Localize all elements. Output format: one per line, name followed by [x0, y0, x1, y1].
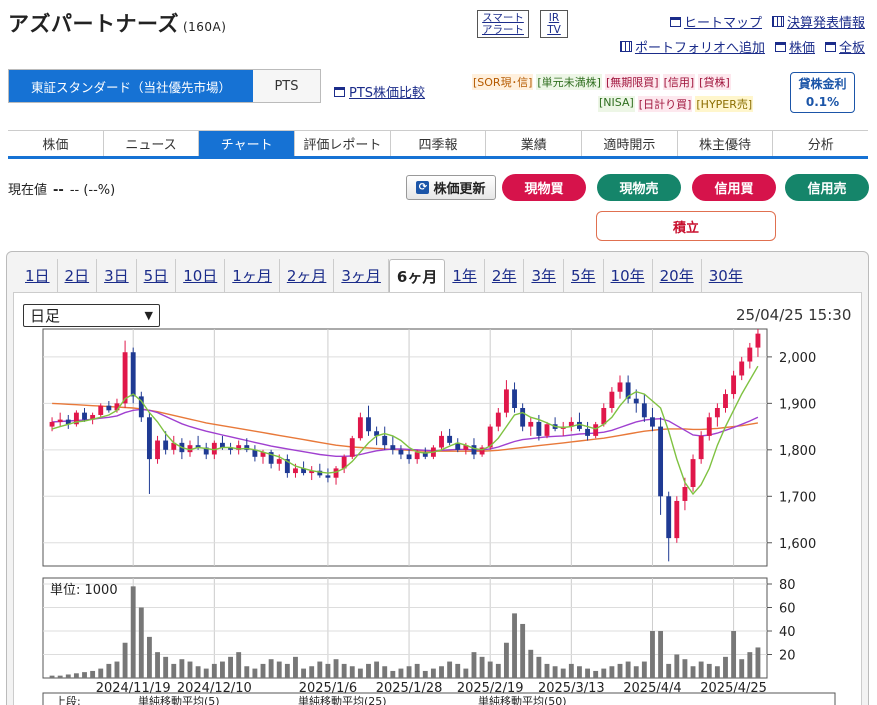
tab-news[interactable]: ニュース — [103, 131, 200, 156]
company-title: アズパートナーズ (160A) — [8, 8, 226, 38]
badge-daytrade: [日計り買] — [637, 96, 693, 112]
stock-code: (160A) — [182, 20, 227, 34]
refresh-icon: ⟳ — [416, 181, 430, 194]
badge-nisa: [NISA] — [598, 96, 635, 112]
period-2y[interactable]: 2年 — [485, 259, 525, 292]
lending-rate-box[interactable]: 貸株金利 0.1% — [790, 72, 855, 113]
current-price-value: -- — [53, 183, 64, 198]
period-2d[interactable]: 2日 — [58, 259, 98, 292]
period-3y[interactable]: 3年 — [524, 259, 564, 292]
period-6m[interactable]: 6ヶ月 — [388, 259, 446, 292]
smart-alert-label-1: スマート — [482, 12, 524, 24]
badges-row-1: [SOR現･信] [単元未満株] [無期限買] [信用] [貸株] — [472, 74, 731, 90]
badge-lending: [貸株] — [698, 74, 731, 90]
tab-stock-price[interactable]: 株価 — [8, 131, 104, 156]
refresh-price-button[interactable]: ⟳ 株価更新 — [406, 175, 496, 200]
stock-price-link[interactable]: 株価 — [774, 37, 815, 56]
badge-odd-lot: [単元未満株] — [536, 74, 602, 90]
spot-buy-button[interactable]: 現物買 — [502, 174, 586, 201]
period-3d[interactable]: 3日 — [97, 259, 137, 292]
period-5d[interactable]: 5日 — [137, 259, 177, 292]
irtv-button[interactable]: IR TV — [540, 10, 568, 38]
margin-buy-button[interactable]: 信用買 — [692, 174, 776, 201]
badge-sor: [SOR現･信] — [472, 74, 534, 90]
tab-earnings[interactable]: 業績 — [486, 131, 583, 156]
window-icon — [824, 41, 836, 52]
market-selector: 東証スタンダード（当社優先市場） PTS — [8, 69, 321, 103]
portfolio-icon — [619, 41, 632, 52]
accumulate-button[interactable]: 積立 — [596, 211, 776, 241]
full-board-label: 全板 — [838, 41, 865, 56]
irtv-label-2: TV — [547, 24, 561, 36]
main-tabs: 株価 ニュース チャート 評価レポート 四季報 業績 適時開示 株主優待 分析 — [8, 130, 869, 159]
calendar-icon — [771, 16, 784, 27]
window-icon — [774, 41, 786, 52]
market-tse-standard[interactable]: 東証スタンダード（当社優先市場） — [9, 70, 253, 102]
period-10y[interactable]: 10年 — [604, 259, 653, 292]
top-links-row-1: ヒートマップ 決算発表情報 — [669, 12, 865, 31]
refresh-label: 株価更新 — [433, 182, 486, 197]
irtv-label-1: IR — [548, 12, 560, 24]
window-icon — [334, 86, 345, 97]
badge-margin: [信用] — [662, 74, 696, 90]
period-selector: 1日 2日 3日 5日 10日 1ヶ月 2ヶ月 3ヶ月 6ヶ月 1年 2年 3年… — [18, 259, 856, 292]
pts-compare-label: PTS株価比較 — [349, 86, 426, 101]
earnings-info-link[interactable]: 決算発表情報 — [771, 12, 865, 31]
period-20y[interactable]: 20年 — [653, 259, 702, 292]
stock-price-label: 株価 — [788, 41, 815, 56]
spot-sell-button[interactable]: 現物売 — [597, 174, 681, 201]
add-portfolio-link[interactable]: ポートフォリオへ追加 — [619, 37, 765, 56]
chart-timestamp: 25/04/25 15:30 — [736, 306, 852, 324]
heatmap-link[interactable]: ヒートマップ — [669, 12, 762, 31]
smart-alert-label-2: アラート — [482, 24, 524, 36]
window-icon — [669, 16, 681, 27]
lending-rate-label: 貸株金利 — [798, 77, 847, 91]
period-10d[interactable]: 10日 — [176, 259, 226, 292]
heatmap-link-label: ヒートマップ — [683, 16, 762, 31]
market-pts[interactable]: PTS — [253, 70, 320, 102]
top-links-row-2: ポートフォリオへ追加 株価 全板 — [619, 37, 865, 56]
chevron-down-icon: ▼ — [144, 309, 153, 322]
period-1m[interactable]: 1ヶ月 — [225, 259, 280, 292]
lending-rate-value: 0.1% — [805, 95, 840, 109]
tab-rating-report[interactable]: 評価レポート — [295, 131, 391, 156]
current-price-label: 現在値 — [8, 183, 48, 198]
earnings-info-label: 決算発表情報 — [786, 16, 865, 31]
add-portfolio-label: ポートフォリオへ追加 — [634, 41, 765, 56]
interval-select-value: 日足 — [30, 307, 61, 325]
period-1d[interactable]: 1日 — [18, 259, 58, 292]
period-1y[interactable]: 1年 — [445, 259, 485, 292]
period-30y[interactable]: 30年 — [702, 259, 750, 292]
badges-row-2: [NISA] [日計り買] [HYPER売] — [598, 96, 754, 112]
tab-shikiho[interactable]: 四季報 — [390, 131, 487, 156]
tab-chart[interactable]: チャート — [199, 131, 296, 156]
badge-unlimited: [無期限買] — [604, 74, 660, 90]
badge-hyper: [HYPER売] — [695, 96, 754, 112]
full-board-link[interactable]: 全板 — [824, 37, 865, 56]
interval-select[interactable]: 日足 ▼ — [23, 304, 160, 327]
period-5y[interactable]: 5年 — [564, 259, 604, 292]
period-2m[interactable]: 2ヶ月 — [280, 259, 335, 292]
period-3m[interactable]: 3ヶ月 — [334, 259, 389, 292]
smart-alert-button[interactable]: スマート アラート — [477, 10, 529, 38]
tab-analysis[interactable]: 分析 — [773, 131, 869, 156]
tab-shareholder-benefits[interactable]: 株主優待 — [677, 131, 774, 156]
margin-sell-button[interactable]: 信用売 — [785, 174, 869, 201]
tab-disclosure[interactable]: 適時開示 — [582, 131, 678, 156]
company-name: アズパートナーズ — [8, 12, 179, 36]
chart-area — [13, 292, 862, 705]
price-change: -- (--%) — [69, 183, 116, 198]
current-price: 現在値 -- -- (--%) — [8, 179, 115, 198]
pts-compare-link[interactable]: PTS株価比較 — [334, 82, 425, 101]
